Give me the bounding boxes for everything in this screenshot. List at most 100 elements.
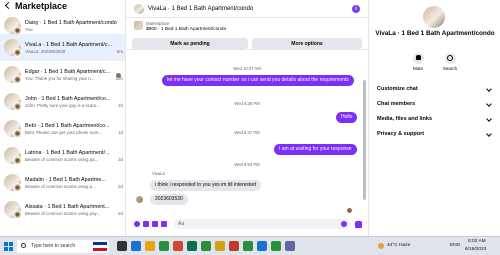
chrome-icon[interactable] [243, 241, 253, 251]
message-input[interactable]: Aa [174, 219, 350, 229]
chat-item-vivala[interactable]: VivaLa · 1 Bed 1 Bath Apartment/c... Viv… [0, 34, 125, 61]
conversation-header: VivaLa · 1 Bed 1 Bath Apartment/condo i [126, 0, 368, 18]
avatar [4, 201, 22, 219]
avatar[interactable] [134, 3, 144, 14]
chat-item-name: Daisy · 1 Bed 1 Bath Apartment/condo [25, 19, 117, 26]
profile-avatar[interactable] [423, 6, 445, 28]
chrome-icon[interactable] [271, 241, 281, 251]
chat-members-row[interactable]: Chat members [377, 101, 493, 107]
chat-item-madalin[interactable]: Madalin · 1 Bed 1 Bath Apartme... Beware… [0, 169, 125, 196]
chrome-icon[interactable] [159, 241, 169, 251]
app-icon[interactable] [215, 241, 225, 251]
search-action[interactable]: Search [439, 53, 461, 71]
bell-icon[interactable] [412, 53, 424, 64]
chat-item-preview: John: Pretty sure your guy is a scam... [25, 102, 100, 108]
chat-item-john[interactable]: John · 1 Bed 1 Bath Apartment/co... John… [0, 88, 125, 115]
timestamp: Wed 5:38 PM [234, 101, 260, 106]
chat-item-name: Madalin · 1 Bed 1 Bath Apartme... [25, 176, 106, 183]
more-options-button[interactable]: More options [252, 38, 362, 49]
messenger-window: Marketplace Daisy · 1 Bed 1 Bath Apartme… [0, 0, 500, 236]
listing-thumbnail[interactable] [134, 21, 143, 30]
mark-as-pending-button[interactable]: Mark as pending [132, 38, 248, 49]
outgoing-message[interactable]: Hello [336, 112, 358, 123]
chat-item-time: 1d [118, 129, 123, 135]
chat-item-edgar[interactable]: Edgar · 1 Bed 1 Bath Apartment/c... You:… [0, 61, 125, 88]
conversation-title[interactable]: VivaLa · 1 Bed 1 Bath Apartment/condo [148, 6, 253, 12]
chat-item-name: VivaLa · 1 Bed 1 Bath Apartment/c... [25, 41, 113, 48]
chat-item-preview: Beware of common scams using pay... [25, 210, 101, 216]
info-icon[interactable]: i [352, 5, 360, 13]
chat-item-time: 2d [118, 156, 123, 162]
thumbs-up-icon[interactable] [355, 220, 362, 228]
avatar [4, 174, 22, 192]
clock-date[interactable]: 6/19/2023 [465, 247, 486, 252]
mute-label: Mute [412, 66, 423, 71]
incoming-message[interactable]: i think i responded to you yes im till i… [150, 180, 261, 191]
chat-item-time: 2d [118, 183, 123, 189]
chat-item-name: Latrina · 1 Bed 1 Bath Apartment/... [25, 149, 110, 156]
chat-item-name: Edgar · 1 Bed 1 Bath Apartment/c... [25, 68, 111, 75]
chevron-down-icon [486, 131, 492, 137]
app-icon[interactable] [229, 241, 239, 251]
chat-item-latrina[interactable]: Latrina · 1 Bed 1 Bath Apartment/... Bew… [0, 142, 125, 169]
chat-item-bebi[interactable]: Bebi · 1 Bed 1 Bath Apartment/co... Bebi… [0, 115, 125, 142]
outgoing-message[interactable]: I am at waiting for your response [274, 144, 357, 155]
chat-item-time: 2d [118, 210, 123, 216]
timestamp: Wed 9:53 PM [234, 162, 260, 167]
gif-icon[interactable] [161, 221, 167, 227]
incoming-message[interactable]: 2023603530 [150, 194, 188, 205]
windows-start-icon[interactable] [4, 242, 13, 251]
browser-icon[interactable] [131, 241, 141, 251]
message-input-placeholder: Aa [178, 221, 185, 227]
avatar [4, 66, 22, 84]
language-indicator[interactable]: ENG [450, 243, 460, 248]
emoji-icon[interactable] [341, 221, 347, 227]
taskbar-search-input[interactable]: Type here to search [17, 240, 109, 253]
avatar [4, 93, 22, 111]
timestamp: Wed 6:47 PM [234, 130, 260, 135]
sender-name: VivaLa [152, 171, 165, 176]
app-icon[interactable] [285, 241, 295, 251]
sidebar-title: Marketplace [15, 1, 68, 11]
file-explorer-icon[interactable] [145, 241, 155, 251]
chat-item-name: Bebi · 1 Bed 1 Bath Apartment/co... [25, 122, 110, 129]
sidebar-header: Marketplace [4, 0, 67, 12]
sticker-icon[interactable] [152, 221, 158, 227]
profile-name: VivaLa · 1 Bed 1 Bath Apartment/condo [375, 30, 495, 37]
privacy-support-row[interactable]: Privacy & support [377, 131, 493, 137]
customize-chat-row[interactable]: Customize chat [377, 86, 493, 92]
seen-avatar-icon [347, 208, 352, 213]
avatar [4, 120, 22, 138]
thread-scrollbar[interactable] [363, 80, 366, 200]
taskbar-search-placeholder: Type here to search [31, 243, 76, 249]
listing-source-label: Marketplace [146, 21, 170, 26]
image-icon[interactable] [143, 221, 149, 227]
back-arrow-icon[interactable] [4, 2, 12, 10]
weather-text[interactable]: 44°C Haze [387, 243, 410, 248]
flag-icon [93, 242, 107, 251]
weather-icon[interactable] [378, 243, 384, 249]
chrome-icon[interactable] [201, 241, 211, 251]
chevron-down-icon [486, 101, 492, 107]
chat-item-aissata[interactable]: Aissata · 1 Bed 1 Bath Apartment... Bewa… [0, 196, 125, 223]
outgoing-message[interactable]: let me have your contact number so i can… [162, 75, 354, 86]
chat-item-preview: Beware of common scams using pa... [25, 156, 99, 162]
chat-item-name: Aissata · 1 Bed 1 Bath Apartment... [25, 203, 110, 210]
conversation-info-panel: VivaLa · 1 Bed 1 Bath Apartment/condo Mu… [368, 0, 500, 236]
app-icon[interactable] [257, 241, 267, 251]
seen-avatar-icon [116, 73, 121, 78]
task-view-icon[interactable] [117, 241, 127, 251]
mute-action[interactable]: Mute [407, 53, 429, 71]
message-thread: Wed 10:27 AM let me have your contact nu… [126, 52, 368, 214]
app-icon[interactable] [173, 241, 183, 251]
search-icon [21, 243, 26, 248]
search-icon[interactable] [444, 53, 456, 64]
media-files-links-row[interactable]: Media, files and links [377, 116, 493, 122]
plus-icon[interactable] [134, 221, 140, 227]
listing-price[interactable]: $900 · 1 Bed 1 Bath Apartment/condo [146, 27, 226, 32]
chevron-down-icon [486, 116, 492, 122]
chat-list-sidebar: Marketplace Daisy · 1 Bed 1 Bath Apartme… [0, 0, 126, 236]
avatar [4, 147, 22, 165]
app-icon[interactable] [187, 241, 197, 251]
clock-time[interactable]: 6:02 AM [468, 239, 486, 244]
